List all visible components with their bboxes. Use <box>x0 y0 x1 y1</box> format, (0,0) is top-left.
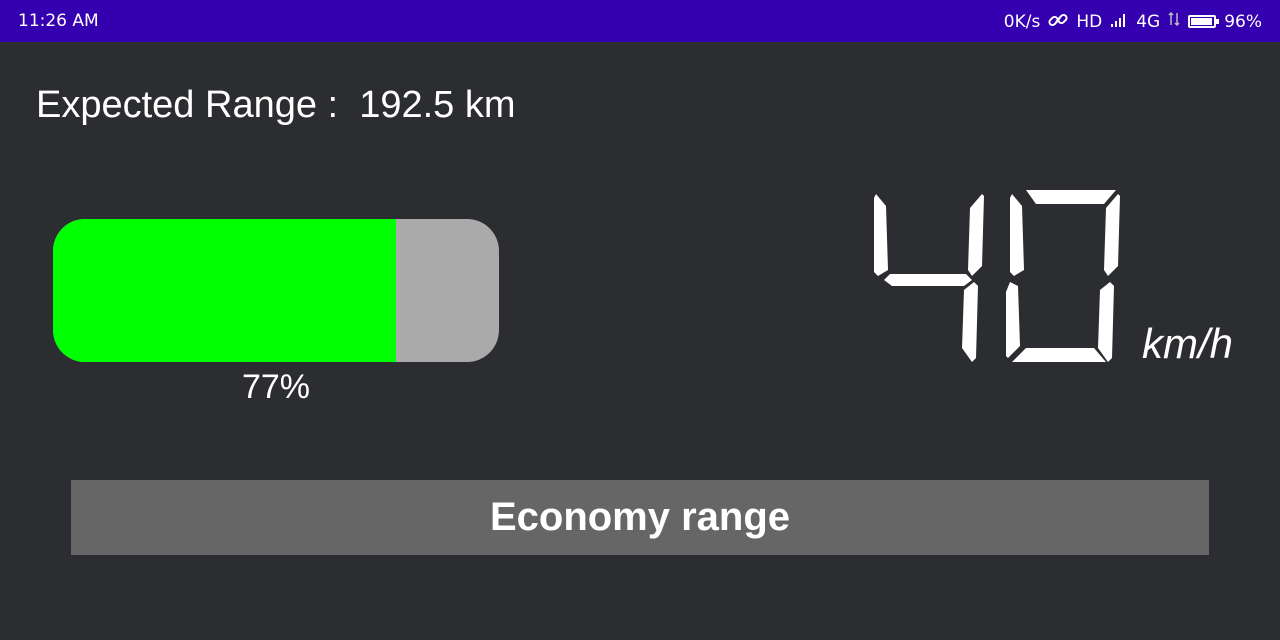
status-icons: 0K/s HD 4G 96% <box>1004 11 1262 32</box>
battery-percent: 96% <box>1224 11 1262 32</box>
speed-digit <box>874 194 984 362</box>
seven-segment-speed <box>874 190 1120 362</box>
status-bar: 11:26 AM 0K/s HD 4G 96% <box>0 0 1280 42</box>
digit-segment-c <box>1098 282 1114 362</box>
mode-label: Economy range <box>489 495 791 539</box>
expected-range-label: Expected Range : <box>36 84 339 126</box>
digit-segment-a <box>1026 190 1116 204</box>
digit-segment-f <box>874 194 888 276</box>
digit-segment-b <box>968 194 984 276</box>
digit-segment-e <box>1006 282 1020 358</box>
expected-range-value: 192.5 km <box>359 84 516 126</box>
network-speed: 0K/s <box>1003 11 1041 32</box>
battery-charge-percent: 77% <box>241 368 311 406</box>
speed-unit: km/h <box>1142 320 1234 367</box>
app-screen: 11:26 AM 0K/s HD 4G 96% Expected Range:… <box>0 0 1280 640</box>
expected-range: Expected Range : 192.5 km <box>36 84 516 127</box>
link-icon <box>1048 12 1068 32</box>
battery-icon <box>1188 15 1220 28</box>
data-arrows-icon <box>1168 11 1180 32</box>
digit-segment-g <box>884 274 972 286</box>
signal-icon <box>1110 12 1128 32</box>
speed-display: 40 <box>868 186 1138 364</box>
digit-segment-b <box>1104 194 1120 276</box>
status-time: 11:26 AM <box>18 11 99 31</box>
digit-segment-f <box>1010 194 1024 276</box>
battery-icon-fill <box>1191 18 1213 25</box>
digit-segment-c <box>962 282 978 362</box>
mode-banner: Economy range <box>71 480 1209 555</box>
hd-indicator: HD <box>1076 11 1103 32</box>
network-type: 4G <box>1136 11 1161 32</box>
battery-charge-bar <box>53 219 499 362</box>
digit-segment-d <box>1012 348 1106 362</box>
speed-digit <box>1006 190 1120 362</box>
battery-charge-fill <box>53 219 397 362</box>
